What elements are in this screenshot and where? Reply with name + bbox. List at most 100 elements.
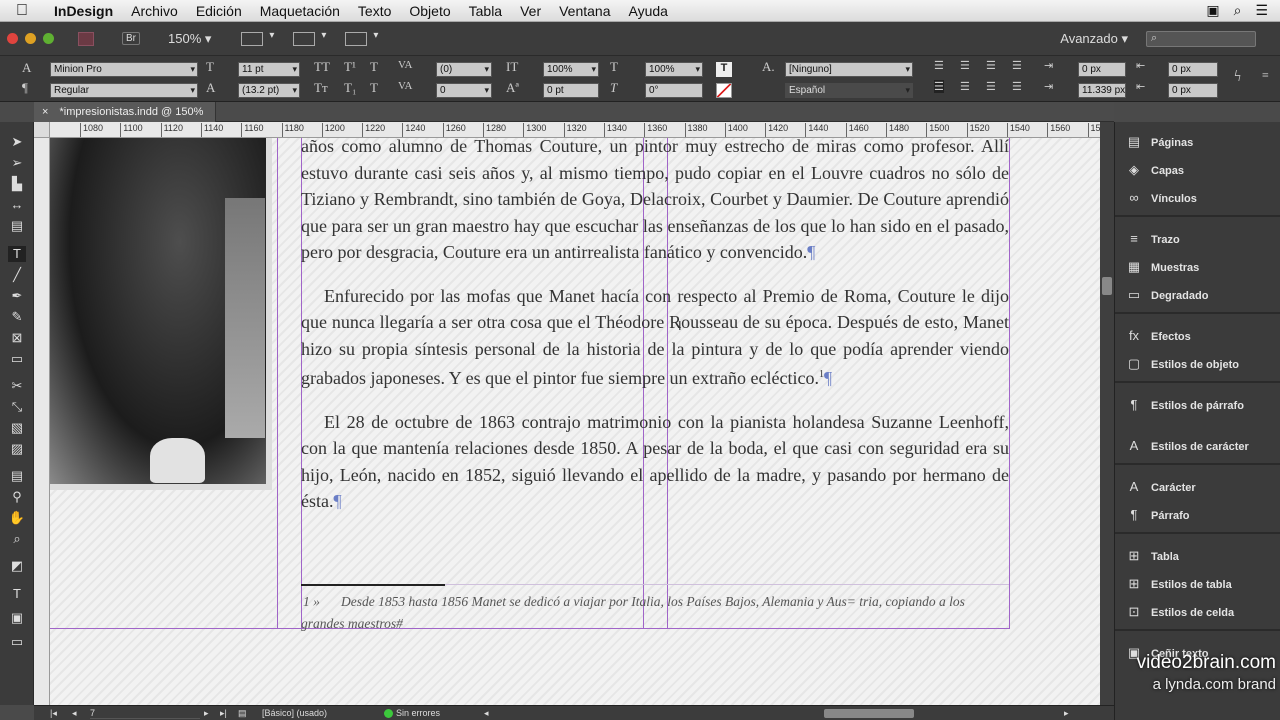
align-towards-spine-icon[interactable]: ☰ — [1012, 59, 1022, 72]
first-page-icon[interactable]: |◂ — [50, 708, 57, 719]
scroll-left-icon[interactable]: ◂ — [484, 708, 489, 719]
free-transform-tool-icon[interactable]: ⤡ — [8, 399, 26, 415]
menu-app[interactable]: InDesign — [44, 3, 122, 19]
minimize-window-button[interactable] — [25, 33, 36, 44]
skew-field[interactable]: 0° — [645, 83, 703, 98]
close-tab-icon[interactable]: × — [42, 106, 48, 118]
right-indent-field[interactable]: 0 px — [1168, 62, 1218, 77]
subscript-icon[interactable]: T₁ — [344, 80, 356, 96]
zoom-level-dropdown[interactable]: 150% ▾ — [168, 31, 211, 47]
horizontal-scale-field[interactable]: 100% — [645, 62, 703, 77]
font-style-dropdown[interactable]: Regular — [50, 83, 198, 98]
zoom-window-button[interactable] — [43, 33, 54, 44]
formatting-container-icon[interactable]: T — [8, 586, 26, 602]
panel-pages[interactable]: ▤ Páginas — [1125, 132, 1275, 152]
list-icon[interactable]: ☰ — [1255, 2, 1268, 19]
menu-archivo[interactable]: Archivo — [122, 3, 187, 19]
menu-texto[interactable]: Texto — [349, 3, 400, 19]
panel-swatches[interactable]: ▦ Muestras — [1125, 257, 1275, 277]
small-caps-icon[interactable]: Tт — [314, 80, 328, 96]
panel-group-separator[interactable] — [1115, 463, 1280, 465]
character-style-dropdown[interactable]: [Ninguno] — [785, 62, 913, 77]
menu-ayuda[interactable]: Ayuda — [620, 3, 677, 19]
eyedropper-tool-icon[interactable]: ⚲ — [8, 489, 26, 505]
content-collector-icon[interactable]: ▤ — [8, 218, 26, 234]
note-tool-icon[interactable]: ▤ — [8, 468, 26, 484]
panel-menu-icon[interactable]: ≡ — [1262, 68, 1269, 83]
close-window-button[interactable] — [7, 33, 18, 44]
font-size-field[interactable]: 11 pt — [238, 62, 300, 77]
superscript-icon[interactable]: T¹ — [344, 59, 356, 75]
menu-maquetacion[interactable]: Maquetación — [251, 3, 349, 19]
workspace-switcher[interactable]: Avanzado ▾ — [1060, 31, 1128, 47]
master-label[interactable]: [Básico] (usado) — [262, 708, 327, 718]
kerning-field[interactable]: (0) — [436, 62, 492, 77]
gradient-swatch-tool-icon[interactable]: ▧ — [8, 420, 26, 436]
align-left-icon[interactable]: ☰ — [934, 59, 944, 72]
menu-objeto[interactable]: Objeto — [400, 3, 459, 19]
underline-icon[interactable]: T — [370, 59, 378, 75]
last-page-icon[interactable]: ▸| — [220, 708, 227, 719]
gradient-feather-tool-icon[interactable]: ▨ — [8, 441, 26, 457]
hand-tool-icon[interactable]: ✋ — [8, 510, 26, 526]
panel-paragraph-styles[interactable]: ¶ Estilos de párrafo — [1125, 395, 1275, 415]
open-page-icon[interactable]: ▤ — [238, 708, 247, 719]
panel-links[interactable]: ∞ Vínculos — [1125, 188, 1275, 208]
direct-selection-tool-icon[interactable]: ➢ — [8, 155, 26, 171]
panel-group-separator[interactable] — [1115, 381, 1280, 383]
panel-object-styles[interactable]: ▢ Estilos de objeto — [1125, 354, 1275, 374]
panel-effects[interactable]: fx Efectos — [1125, 326, 1275, 346]
pen-tool-icon[interactable]: ✒ — [8, 288, 26, 304]
fill-stroke-swatch-icon[interactable]: ◩ — [8, 558, 26, 574]
page-tool-icon[interactable]: ▙ — [8, 176, 26, 192]
line-tool-icon[interactable]: ╱ — [8, 267, 26, 283]
justify-left-icon[interactable]: ☰ — [934, 80, 944, 93]
previous-page-icon[interactable]: ◂ — [72, 708, 77, 719]
text-stroke-icon[interactable] — [716, 83, 732, 98]
panel-stroke[interactable]: ≡ Trazo — [1125, 229, 1275, 249]
menu-tabla[interactable]: Tabla — [460, 3, 511, 19]
vertical-scroll-thumb[interactable] — [1102, 277, 1112, 295]
paragraph-mode-icon[interactable]: ¶ — [22, 80, 28, 96]
text-frame[interactable]: años como alumno de Thomas Couture, un p… — [301, 138, 1009, 553]
justify-center-icon[interactable]: ☰ — [960, 80, 970, 93]
panel-layers[interactable]: ◈ Capas — [1125, 160, 1275, 180]
normal-mode-icon[interactable]: ▣ — [8, 610, 26, 626]
bridge-button[interactable]: Br — [122, 32, 140, 45]
horizontal-ruler[interactable]: 1080 1100 1120 1140 1160 1180 1200 1220 1240 1260… — [50, 122, 1100, 138]
next-page-icon[interactable]: ▸ — [204, 708, 209, 719]
panel-group-separator[interactable] — [1115, 629, 1280, 631]
baseline-shift-field[interactable]: 0 pt — [543, 83, 599, 98]
font-family-dropdown[interactable]: Minion Pro — [50, 62, 198, 77]
scissors-tool-icon[interactable]: ✂ — [8, 378, 26, 394]
rectangle-tool-icon[interactable]: ▭ — [8, 351, 26, 367]
justify-all-icon[interactable]: ☰ — [1012, 80, 1022, 93]
screen-mode-icon[interactable] — [293, 30, 326, 46]
language-dropdown[interactable]: Español — [785, 83, 913, 98]
vertical-scale-field[interactable]: 100% — [543, 62, 599, 77]
document-tab[interactable]: × *impresionistas.indd @ 150% — [34, 102, 217, 122]
view-options-icon[interactable] — [241, 30, 274, 46]
paragraph-1[interactable]: años como alumno de Thomas Couture, un p… — [301, 138, 1009, 266]
align-right-icon[interactable]: ☰ — [986, 59, 996, 72]
left-indent-field[interactable]: 0 px — [1078, 62, 1126, 77]
panel-table-styles[interactable]: ⊞ Estilos de tabla — [1125, 574, 1275, 594]
panel-group-separator[interactable] — [1115, 215, 1280, 217]
apple-icon[interactable]:  — [0, 2, 44, 20]
character-mode-icon[interactable]: A — [22, 60, 31, 76]
paragraph-3[interactable]: El 28 de octubre de 1863 contrajo matrim… — [301, 409, 1009, 515]
footnote[interactable]: 1 » Desde 1853 hasta 1856 Manet se dedicó… — [301, 591, 1001, 635]
menu-ver[interactable]: Ver — [511, 3, 550, 19]
selection-tool-icon[interactable]: ➤ — [8, 134, 26, 150]
last-line-indent-field[interactable]: 0 px — [1168, 83, 1218, 98]
vertical-ruler[interactable] — [34, 138, 50, 705]
tracking-field[interactable]: 0 — [436, 83, 492, 98]
screen-mode-icon[interactable]: ▭ — [8, 634, 26, 650]
vertical-scrollbar[interactable] — [1100, 122, 1114, 705]
panel-character-styles[interactable]: A Estilos de carácter — [1125, 436, 1275, 456]
preflight-status[interactable]: Sin errores — [396, 708, 440, 718]
panel-group-separator[interactable] — [1115, 532, 1280, 534]
panel-cell-styles[interactable]: ⊡ Estilos de celda — [1125, 602, 1275, 622]
zoom-tool-icon[interactable]: ⌕ — [8, 531, 26, 547]
horizontal-scroll-thumb[interactable] — [824, 709, 914, 718]
